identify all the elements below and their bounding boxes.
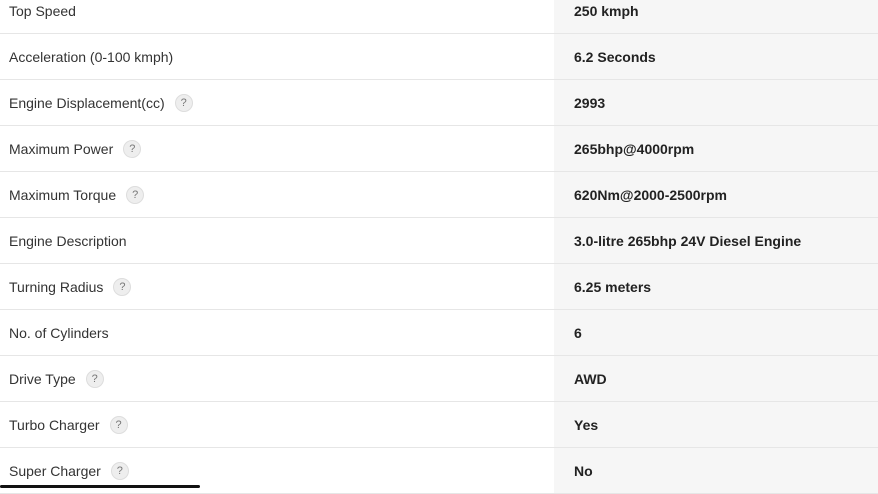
spec-value: 250 kmph [554,0,878,33]
spec-table: Top Speed 250 kmph Acceleration (0-100 k… [0,0,878,494]
spec-row-maximum-torque: Maximum Torque? 620Nm@2000-2500rpm [0,172,878,218]
spec-value: 265bhp@4000rpm [554,126,878,171]
spec-row-turning-radius: Turning Radius? 6.25 meters [0,264,878,310]
spec-label: Engine Displacement(cc)? [0,80,554,125]
spec-value: Yes [554,402,878,447]
spec-label-text: Maximum Power [9,141,113,157]
help-icon[interactable]: ? [126,186,144,204]
spec-label: No. of Cylinders [0,310,554,355]
spec-value: 620Nm@2000-2500rpm [554,172,878,217]
spec-label-text: Turning Radius [9,279,103,295]
spec-row-engine-description: Engine Description 3.0-litre 265bhp 24V … [0,218,878,264]
spec-row-drive-type: Drive Type? AWD [0,356,878,402]
spec-row-cylinders: No. of Cylinders 6 [0,310,878,356]
help-icon[interactable]: ? [175,94,193,112]
spec-label-text: Drive Type [9,371,76,387]
spec-label: Acceleration (0-100 kmph) [0,34,554,79]
spec-label: Drive Type? [0,356,554,401]
spec-label-text: No. of Cylinders [9,325,109,341]
spec-row-acceleration: Acceleration (0-100 kmph) 6.2 Seconds [0,34,878,80]
help-icon[interactable]: ? [123,140,141,158]
spec-label-text: Turbo Charger [9,417,100,433]
spec-value: No [554,448,878,493]
spec-value: 6.2 Seconds [554,34,878,79]
spec-label: Turning Radius? [0,264,554,309]
spec-label: Maximum Torque? [0,172,554,217]
spec-label: Turbo Charger? [0,402,554,447]
spec-label: Top Speed [0,0,554,33]
spec-value: AWD [554,356,878,401]
spec-value: 2993 [554,80,878,125]
help-icon[interactable]: ? [110,416,128,434]
spec-row-engine-displacement: Engine Displacement(cc)? 2993 [0,80,878,126]
spec-label-text: Top Speed [9,3,76,19]
spec-label: Engine Description [0,218,554,263]
spec-label-text: Acceleration (0-100 kmph) [9,49,173,65]
help-icon[interactable]: ? [86,370,104,388]
spec-value: 6 [554,310,878,355]
spec-label-text: Engine Description [9,233,127,249]
spec-row-turbo-charger: Turbo Charger? Yes [0,402,878,448]
spec-label-text: Engine Displacement(cc) [9,95,165,111]
spec-value: 6.25 meters [554,264,878,309]
spec-label-text: Maximum Torque [9,187,116,203]
help-icon[interactable]: ? [111,462,129,480]
spec-label-text: Super Charger [9,463,101,479]
spec-label: Maximum Power? [0,126,554,171]
spec-value: 3.0-litre 265bhp 24V Diesel Engine [554,218,878,263]
spec-row-top-speed: Top Speed 250 kmph [0,0,878,34]
spec-row-maximum-power: Maximum Power? 265bhp@4000rpm [0,126,878,172]
help-icon[interactable]: ? [113,278,131,296]
